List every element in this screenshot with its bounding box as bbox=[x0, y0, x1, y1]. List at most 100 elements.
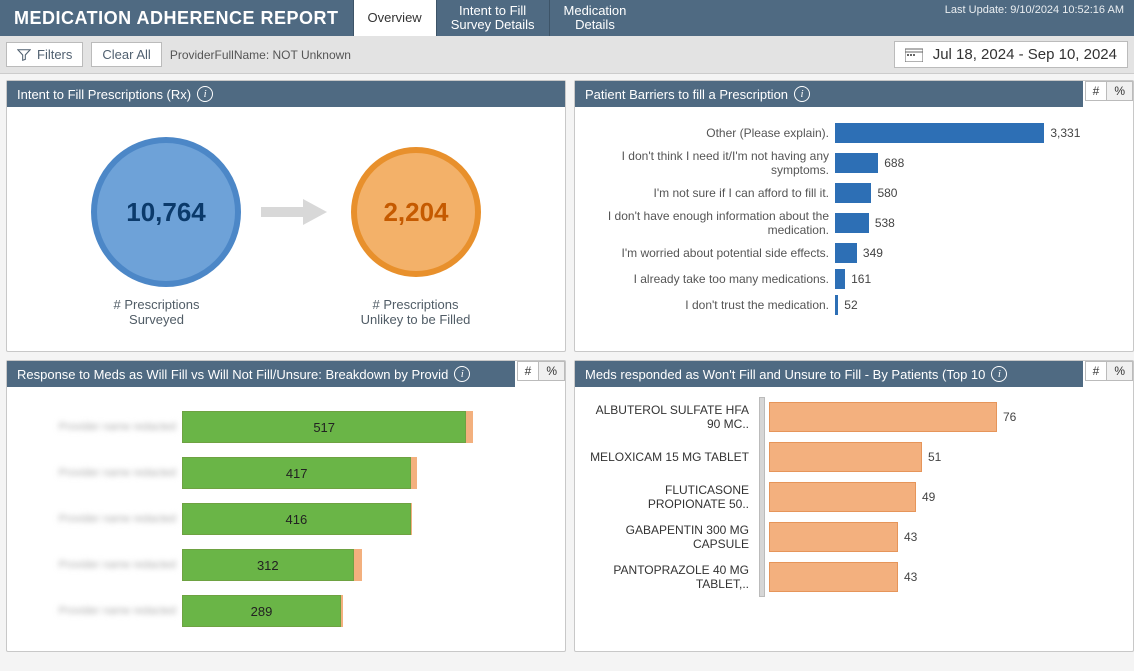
panel3-title: Response to Meds as Will Fill vs Will No… bbox=[17, 367, 448, 382]
panel4-toggle-hash[interactable]: # bbox=[1086, 362, 1107, 380]
bar-row: Provider name redacted416 bbox=[17, 503, 555, 535]
bar-fill[interactable] bbox=[769, 562, 898, 592]
surveyed-label: # Prescriptions Surveyed bbox=[67, 297, 247, 327]
date-range-picker[interactable]: Jul 18, 2024 - Sep 10, 2024 bbox=[894, 41, 1128, 68]
clear-all-label: Clear All bbox=[102, 47, 150, 62]
panel4-header: Meds responded as Won't Fill and Unsure … bbox=[575, 361, 1083, 387]
bar-fill[interactable] bbox=[835, 269, 845, 289]
unlikely-label: # Prescriptions Unlikey to be Filled bbox=[326, 297, 506, 327]
dashboard-grid: Intent to Fill Prescriptions (Rx) i 10,7… bbox=[0, 74, 1134, 658]
bar-row: I'm worried about potential side effects… bbox=[585, 243, 1123, 263]
panel1-title: Intent to Fill Prescriptions (Rx) bbox=[17, 87, 191, 102]
info-icon[interactable]: i bbox=[991, 366, 1007, 382]
bar-label-redacted: Provider name redacted bbox=[17, 559, 182, 571]
bar-fill[interactable] bbox=[835, 153, 878, 173]
bar-label: MELOXICAM 15 MG TABLET bbox=[585, 437, 755, 477]
bar-label-redacted: Provider name redacted bbox=[17, 513, 182, 525]
tab-overview-label: Overview bbox=[368, 11, 422, 25]
bar-label: I don't think I need it/I'm not having a… bbox=[585, 149, 835, 177]
panel-response-by-provider: # % Response to Meds as Will Fill vs Wil… bbox=[6, 360, 566, 652]
bar-track: 416 bbox=[182, 509, 555, 529]
bar-track: 161 bbox=[835, 269, 1123, 289]
bar-row: I don't think I need it/I'm not having a… bbox=[585, 149, 1123, 177]
bar-row: I don't trust the medication.52 bbox=[585, 295, 1123, 315]
bar-fill[interactable] bbox=[769, 402, 997, 432]
bar-label: I already take too many medications. bbox=[585, 272, 835, 286]
bar-fill-will-fill[interactable]: 517 bbox=[182, 411, 466, 443]
panel2-toggle-pct[interactable]: % bbox=[1106, 82, 1132, 100]
bar-row: I'm not sure if I can afford to fill it.… bbox=[585, 183, 1123, 203]
bar-value: 43 bbox=[898, 530, 917, 544]
bar-fill-wont-fill[interactable] bbox=[411, 457, 417, 489]
bar-fill-will-fill[interactable]: 289 bbox=[182, 595, 341, 627]
bar-value: 580 bbox=[871, 186, 897, 200]
bar-track: 688 bbox=[835, 153, 1123, 173]
panel1-body: 10,764 2,204 # Prescriptions Surveyed # … bbox=[7, 107, 565, 351]
scrollbar-indicator[interactable] bbox=[759, 397, 765, 597]
bar-fill-wont-fill[interactable] bbox=[411, 503, 412, 535]
bar-track: 538 bbox=[835, 213, 1123, 233]
filter-bar: Filters Clear All ProviderFullName: NOT … bbox=[0, 36, 1134, 74]
panel4-body: ALBUTEROL SULFATE HFA 90 MC..MELOXICAM 1… bbox=[575, 387, 1133, 607]
tab-medication-details[interactable]: Medication Details bbox=[549, 0, 641, 36]
bar-fill[interactable] bbox=[769, 522, 898, 552]
bar-value: 76 bbox=[997, 410, 1016, 424]
filter-icon bbox=[17, 48, 31, 62]
bar-fill-will-fill[interactable]: 417 bbox=[182, 457, 411, 489]
info-icon[interactable]: i bbox=[794, 86, 810, 102]
bar-fill-wont-fill[interactable] bbox=[341, 595, 343, 627]
bar-fill-wont-fill[interactable] bbox=[466, 411, 473, 443]
bar-track: 417 bbox=[182, 463, 555, 483]
bar-track: 349 bbox=[835, 243, 1123, 263]
bar-fill[interactable] bbox=[835, 123, 1044, 143]
bar-track: 312 bbox=[182, 555, 555, 575]
clear-all-button[interactable]: Clear All bbox=[91, 42, 161, 67]
app-header: MEDICATION ADHERENCE REPORT Overview Int… bbox=[0, 0, 1134, 36]
bar-row: Provider name redacted312 bbox=[17, 549, 555, 581]
panel2-toggle-hash[interactable]: # bbox=[1086, 82, 1107, 100]
bar-label: Other (Please explain). bbox=[585, 126, 835, 140]
bar-fill[interactable] bbox=[835, 183, 871, 203]
last-update-label: Last Update: bbox=[945, 4, 1007, 16]
tab-intent-line1: Intent to Fill bbox=[451, 4, 535, 18]
panel4-toggle-pct[interactable]: % bbox=[1106, 362, 1132, 380]
tab-med-line2: Details bbox=[564, 18, 627, 32]
bar-fill[interactable] bbox=[835, 213, 869, 233]
bar-value: 52 bbox=[838, 298, 857, 312]
panel3-toggle: # % bbox=[517, 361, 565, 381]
bar-fill-will-fill[interactable]: 416 bbox=[182, 503, 411, 535]
panel3-toggle-hash[interactable]: # bbox=[518, 362, 539, 380]
panel3-toggle-pct[interactable]: % bbox=[538, 362, 564, 380]
applied-filter-text: ProviderFullName: NOT Unknown bbox=[170, 48, 351, 62]
panel2-chart: Other (Please explain).3,331I don't thin… bbox=[575, 107, 1133, 331]
bar-value: 349 bbox=[857, 246, 883, 260]
tab-intent-to-fill[interactable]: Intent to Fill Survey Details bbox=[436, 0, 549, 36]
bar-fill[interactable] bbox=[769, 442, 922, 472]
bar-fill[interactable] bbox=[835, 243, 857, 263]
panel1-header: Intent to Fill Prescriptions (Rx) i bbox=[7, 81, 565, 107]
panel-meds-wont-fill: # % Meds responded as Won't Fill and Uns… bbox=[574, 360, 1134, 652]
panel2-toggle: # % bbox=[1085, 81, 1133, 101]
bar-row: I already take too many medications. 161 bbox=[585, 269, 1123, 289]
info-icon[interactable]: i bbox=[454, 366, 470, 382]
bar-track: 580 bbox=[835, 183, 1123, 203]
info-icon[interactable]: i bbox=[197, 86, 213, 102]
bar-label: I'm worried about potential side effects… bbox=[585, 246, 835, 260]
filters-button[interactable]: Filters bbox=[6, 42, 83, 67]
bar-value: 161 bbox=[845, 272, 871, 286]
last-update-value: 9/10/2024 10:52:16 AM bbox=[1010, 4, 1124, 16]
bar-fill-wont-fill[interactable] bbox=[354, 549, 362, 581]
panel3-header: Response to Meds as Will Fill vs Will No… bbox=[7, 361, 515, 387]
date-range-text: Jul 18, 2024 - Sep 10, 2024 bbox=[933, 46, 1117, 63]
bar-row: I don't have enough information about th… bbox=[585, 209, 1123, 237]
bar-row: Provider name redacted417 bbox=[17, 457, 555, 489]
tab-overview[interactable]: Overview bbox=[353, 0, 436, 36]
bar-fill-will-fill[interactable]: 312 bbox=[182, 549, 354, 581]
bar-track: 289 bbox=[182, 601, 555, 621]
bar-label-redacted: Provider name redacted bbox=[17, 421, 182, 433]
bar-value: 43 bbox=[898, 570, 917, 584]
bar-value: 51 bbox=[922, 450, 941, 464]
circle-unlikely: 2,204 bbox=[351, 147, 481, 277]
bar-fill[interactable] bbox=[769, 482, 916, 512]
panel4-chart: ALBUTEROL SULFATE HFA 90 MC..MELOXICAM 1… bbox=[585, 397, 1123, 597]
